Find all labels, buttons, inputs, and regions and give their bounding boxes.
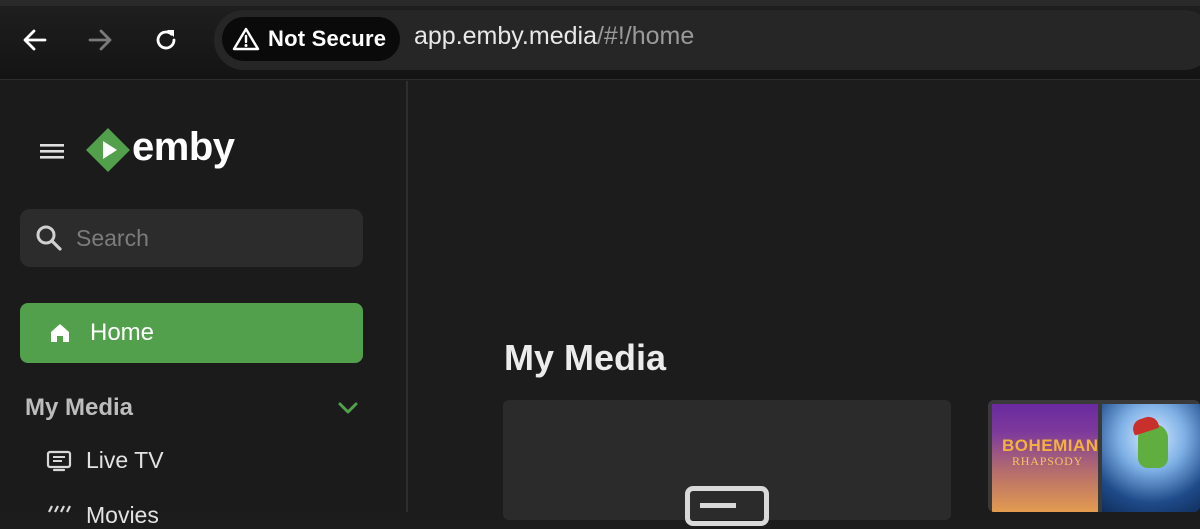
menu-button[interactable] (36, 139, 68, 163)
security-indicator[interactable]: Not Secure (222, 17, 400, 61)
logo-wordmark: emby (132, 125, 235, 169)
poster-image: BOHEMIAN RHAPSODY (992, 404, 1098, 512)
search-input[interactable] (76, 224, 336, 252)
security-label: Not Secure (268, 26, 387, 51)
url-host: app.emby.media (414, 22, 597, 50)
sidebar: emby Home My Media Live TV Movies (0, 81, 408, 528)
poster-title-line2: RHAPSODY (1012, 454, 1084, 468)
poster-image (1102, 404, 1200, 512)
film-icon (48, 505, 71, 512)
poster-title-line1: BOHEMIAN (1002, 436, 1099, 455)
sidebar-item-label: Movies (86, 502, 159, 528)
emby-logo-icon (86, 128, 130, 172)
warning-triangle-icon (232, 27, 260, 51)
arrow-right-icon (88, 29, 112, 51)
search-box[interactable] (20, 209, 363, 267)
tv-guide-icon (685, 486, 769, 526)
hamburger-icon (40, 144, 64, 159)
sidebar-item-home[interactable]: Home (20, 303, 363, 363)
browser-toolbar: Not Secure app.emby.media/#!/home (0, 0, 1200, 80)
forward-button[interactable] (82, 22, 118, 58)
main-content: My Media BOHEMIAN RHAPSODY (410, 81, 1200, 526)
section-title: My Media (25, 394, 134, 421)
movies-library-card[interactable]: BOHEMIAN RHAPSODY (988, 400, 1200, 512)
sidebar-item-label: Home (90, 319, 155, 346)
chevron-down-icon (338, 402, 358, 414)
sidebar-item-movies[interactable]: Movies (46, 502, 159, 529)
sidebar-item-live-tv[interactable]: Live TV (46, 447, 164, 474)
reload-button[interactable] (148, 22, 184, 58)
live-tv-library-card[interactable] (503, 400, 951, 526)
page-title: My Media (504, 337, 667, 378)
search-icon (36, 225, 62, 251)
url-text[interactable]: app.emby.media/#!/home (414, 22, 694, 51)
url-path: /#!/home (596, 22, 695, 50)
reload-icon (156, 30, 176, 50)
window-top-edge (0, 0, 1200, 6)
arrow-left-icon (23, 29, 47, 51)
back-button[interactable] (17, 22, 53, 58)
emby-logo[interactable]: emby (84, 127, 235, 173)
sidebar-item-label: Live TV (86, 447, 164, 473)
my-media-section-header[interactable]: My Media (25, 393, 360, 423)
home-icon (51, 324, 69, 342)
tv-icon (46, 450, 72, 471)
